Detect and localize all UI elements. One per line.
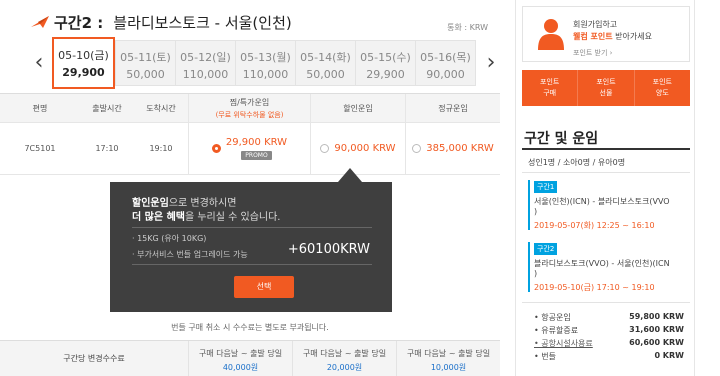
get-points-link[interactable]: 포인트 받기 ›	[573, 48, 612, 58]
discount-fare-price: 90,000 KRW	[334, 143, 396, 154]
date-tab[interactable]: 05-11(토) 50,000	[115, 41, 175, 85]
segment-marker	[528, 242, 530, 292]
date-tab[interactable]: 05-14(화) 50,000	[295, 41, 355, 85]
divider	[522, 172, 690, 173]
date-tab[interactable]: 05-13(월) 110,000	[235, 41, 295, 85]
segment-route: 서울(인천)(ICN) - 블라디보스토크(VVO	[534, 197, 670, 206]
passenger-count: 성인1명 / 소아0명 / 유아0명	[528, 158, 626, 167]
divider	[522, 302, 690, 303]
col-special: 찜/특가운임 (무료 위탁수하물 없음)	[188, 94, 310, 122]
select-button[interactable]: 선택	[234, 276, 294, 298]
airplane-icon	[31, 16, 49, 28]
segment-badge: 구간1	[534, 181, 558, 193]
prev-dates-button[interactable]: ‹	[32, 48, 46, 78]
upgrade-tooltip: 할인운임으로 변경하시면 더 많은 혜택을 누리실 수 있습니다. · 15KG…	[110, 168, 392, 312]
col-flight: 편명	[32, 103, 48, 113]
segment-route: )	[534, 269, 538, 278]
col-regular: 정규운임	[405, 94, 500, 122]
fare-table: 편명 출발시간 도착시간 찜/특가운임 (무료 위탁수하물 없음) 할인운임 정…	[0, 93, 500, 175]
segment-route: )	[534, 207, 538, 216]
date-tab[interactable]: 05-16(목) 90,000	[415, 41, 475, 85]
segment-route: 블라디보스토크(VVO) - 서울(인천)(ICN	[534, 259, 670, 268]
date-selector: 05-10(금) 29,900 05-11(토) 50,000 05-12(일) 11…	[52, 37, 476, 89]
table-row: 7C5101 17:10 19:10 29,900 KRW PROMO 90,0…	[0, 123, 500, 175]
flight-number: 7C5101	[24, 144, 56, 153]
point-transfer-button[interactable]: 포인트 양도	[633, 70, 690, 106]
special-fare-price: 29,900 KRW	[225, 137, 288, 148]
fee-label: 구간당 변경수수료	[63, 354, 125, 363]
price-difference: +60100KRW	[287, 242, 370, 257]
summary-title: 구간 및 운임	[524, 131, 599, 147]
date-tab[interactable]: 05-10(금) 29,900	[52, 37, 115, 89]
special-fare-option[interactable]: 29,900 KRW PROMO	[188, 123, 310, 174]
tooltip-benefit: · 부가서비스 번들 업그레이드 가능	[132, 250, 248, 259]
promo-text: 회원가입하고	[573, 20, 618, 29]
regular-fare-option[interactable]: 385,000 KRW	[405, 123, 500, 174]
fare-line: • 항공운임 59,800 KRW	[534, 312, 684, 322]
segment-badge: 구간2	[534, 243, 558, 255]
fare-summary: 성인1명 / 소아0명 / 유아0명 구간1 서울(인천)(ICN) - 블라디…	[522, 148, 690, 376]
segment-marker	[528, 180, 530, 230]
depart-time: 17:10	[95, 144, 119, 153]
bundle-note: 번들 구매 취소 시 수수료는 별도로 부과됩니다.	[171, 323, 329, 332]
main-content: 구간2 : 블라디보스토크 - 서울(인천) 통화 : KRW ‹ › 05-1…	[0, 0, 500, 376]
route-label: 블라디보스토크 - 서울(인천)	[113, 13, 292, 32]
fee-cell: 구매 다음날 ~ 출발 당일 10,000원	[396, 341, 500, 376]
tooltip-line1: 할인운임으로 변경하시면	[132, 198, 237, 209]
special-fare-radio[interactable]	[211, 144, 221, 153]
date-tab[interactable]: 05-12(일) 110,000	[175, 41, 235, 85]
regular-fare-radio[interactable]	[412, 144, 422, 153]
fare-line: • 번들 0 KRW	[534, 351, 684, 361]
fee-cell: 구매 다음날 ~ 출발 당일 40,000원	[188, 341, 292, 376]
change-fee-table: 구간당 변경수수료 구매 다음날 ~ 출발 당일 40,000원 구매 다음날 ~…	[0, 340, 500, 376]
discount-fare-option[interactable]: 90,000 KRW	[310, 123, 405, 174]
point-gift-button[interactable]: 포인트 선물	[577, 70, 634, 106]
regular-fare-price: 385,000 KRW	[426, 143, 494, 154]
fee-cell: 구매 다음날 ~ 출발 당일 20,000원	[292, 341, 396, 376]
fare-line: • 유류할증료 31,600 KRW	[534, 325, 684, 335]
discount-fare-radio[interactable]	[320, 144, 330, 153]
col-arrive: 도착시간	[146, 103, 176, 113]
point-menu: 포인트 구매 포인트 선물 포인트 양도	[522, 70, 690, 106]
col-depart: 출발시간	[92, 103, 122, 113]
sidebar: 회원가입하고 웰컴 포인트 받아가세요 포인트 받기 › 포인트 구매 포인트 선물…	[515, 0, 695, 376]
tooltip-benefit: · 15KG (유아 10KG)	[132, 234, 207, 243]
currency-label: 통화 : KRW	[447, 23, 488, 32]
member-promo: 회원가입하고 웰컴 포인트 받아가세요 포인트 받기 ›	[522, 6, 690, 62]
tooltip-divider	[132, 227, 372, 228]
next-dates-button[interactable]: ›	[484, 48, 498, 78]
segment-label: 구간2 :	[54, 13, 104, 32]
tooltip-line2: 더 많은 혜택을 누리실 수 있습니다.	[132, 212, 281, 223]
promo-text: 웰컴 포인트 받아가세요	[573, 32, 652, 41]
arrive-time: 19:10	[149, 144, 173, 153]
point-buy-button[interactable]: 포인트 구매	[522, 70, 578, 106]
member-icon	[538, 19, 564, 50]
date-tab[interactable]: 05-15(수) 29,900	[355, 41, 415, 85]
promo-badge: PROMO	[241, 151, 272, 160]
col-discount: 할인운임	[310, 94, 405, 122]
tooltip-divider	[132, 264, 372, 265]
segment-time: 2019-05-10(금) 17:10 ~ 19:10	[534, 283, 655, 292]
segment-time: 2019-05-07(화) 12:25 ~ 16:10	[534, 221, 655, 230]
airport-fee-link[interactable]: • 공항시설사용료 60,600 KRW	[534, 338, 684, 349]
page-title: 구간2 : 블라디보스토크 - 서울(인천)	[30, 12, 292, 32]
table-header: 편명 출발시간 도착시간 찜/특가운임 (무료 위탁수하물 없음) 할인운임 정…	[0, 93, 500, 123]
